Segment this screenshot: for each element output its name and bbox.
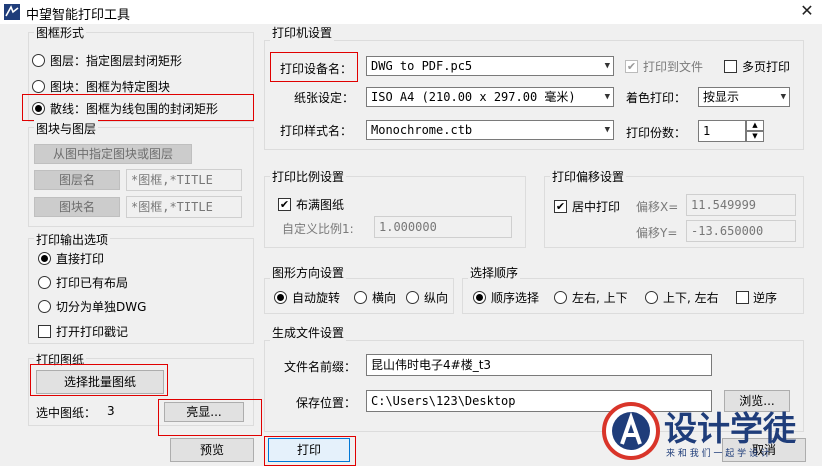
paper-select[interactable]: ISO A4 (210.00 x 297.00 毫米) ▼: [366, 87, 614, 107]
order-title: 选择顺序: [468, 264, 521, 281]
copies-down-icon[interactable]: ▼: [746, 131, 764, 142]
copies-field[interactable]: 1: [698, 120, 746, 142]
chevron-down-icon: ▼: [604, 92, 610, 102]
block-name-field[interactable]: *图框,*TITLE: [126, 196, 242, 218]
highlight-redbox: [158, 399, 262, 436]
layer-name-button[interactable]: 图层名: [34, 170, 120, 190]
split-dwg-radio[interactable]: [38, 300, 51, 313]
sequence-label[interactable]: 顺序选择: [491, 289, 539, 306]
existing-layout-radio[interactable]: [38, 276, 51, 289]
direct-print-label[interactable]: 直接打印: [56, 250, 104, 267]
color-value: 按显示: [703, 90, 740, 104]
print-to-file-checkbox[interactable]: ✔: [625, 60, 638, 73]
custom-scale-label: 自定义比例1:: [282, 222, 354, 236]
device-select[interactable]: DWG to PDF.pc5 ▼: [366, 56, 614, 76]
frame-layer-label[interactable]: 图层：指定图层封闭矩形: [50, 52, 182, 69]
app-icon: [4, 4, 20, 20]
sequence-radio[interactable]: [473, 291, 486, 304]
frame-block-label[interactable]: 图块：图框为特定图块: [50, 78, 170, 95]
direct-print-radio[interactable]: [38, 252, 51, 265]
selected-count: 3: [107, 404, 115, 418]
prefix-field[interactable]: 昆山伟时电子4#楼_t3: [366, 354, 712, 376]
chevron-down-icon: ▼: [604, 125, 610, 135]
selected-count-label: 选中图纸：: [36, 406, 97, 420]
layer-name-field[interactable]: *图框,*TITLE: [126, 169, 242, 191]
stamp-checkbox[interactable]: [38, 325, 51, 338]
offset-y-field[interactable]: -13.650000: [686, 220, 796, 242]
close-icon[interactable]: ✕: [796, 1, 818, 21]
watermark-brand: 设计学徒: [664, 409, 796, 448]
multi-page-label[interactable]: 多页打印: [742, 58, 790, 75]
left-right-radio[interactable]: [554, 291, 567, 304]
fit-paper-label[interactable]: 布满图纸: [296, 196, 344, 213]
center-print-checkbox[interactable]: ✔: [554, 200, 567, 213]
preview-button[interactable]: 预览: [170, 438, 254, 462]
color-select[interactable]: 按显示 ▼: [698, 87, 790, 107]
existing-layout-label[interactable]: 打印已有布局: [56, 274, 128, 291]
fit-paper-checkbox[interactable]: ✔: [278, 198, 291, 211]
select-batch-highlight: [30, 364, 168, 396]
device-value: DWG to PDF.pc5: [371, 59, 473, 73]
output-title: 打印输出选项: [34, 231, 111, 248]
offset-title: 打印偏移设置: [550, 168, 627, 185]
style-label: 打印样式名：: [280, 124, 353, 138]
frame-form-title: 图框形式: [34, 24, 87, 41]
portrait-radio[interactable]: [406, 291, 419, 304]
print-button-highlight: [264, 436, 356, 466]
copies-up-icon[interactable]: ▲: [746, 120, 764, 131]
copies-label: 打印份数：: [626, 126, 687, 140]
stamp-label[interactable]: 打开打印戳记: [56, 323, 128, 340]
style-select[interactable]: Monochrome.ctb ▼: [366, 120, 614, 140]
path-label: 保存位置：: [296, 396, 357, 410]
up-down-radio[interactable]: [645, 291, 658, 304]
paper-value: ISO A4 (210.00 x 297.00 毫米): [371, 90, 576, 104]
watermark-slogan: 来 和 我 们 一 起 学 设 计: [666, 449, 770, 459]
offset-x-label: 偏移X=: [636, 200, 679, 214]
offset-x-field[interactable]: 11.549999: [686, 194, 796, 216]
chevron-down-icon: ▼: [604, 61, 610, 71]
block-layer-title: 图块与图层: [34, 120, 99, 137]
frame-block-radio[interactable]: [32, 80, 45, 93]
up-down-label[interactable]: 上下, 左右: [663, 289, 719, 306]
scale-title: 打印比例设置: [270, 168, 347, 185]
split-dwg-label[interactable]: 切分为单独DWG: [56, 298, 146, 315]
window-title: 中望智能打印工具: [26, 8, 131, 23]
paper-label: 纸张设定：: [294, 91, 355, 105]
custom-scale-field[interactable]: 1.000000: [374, 216, 512, 238]
auto-rotate-radio[interactable]: [274, 291, 287, 304]
multi-page-checkbox[interactable]: [724, 60, 737, 73]
reverse-checkbox[interactable]: [736, 291, 749, 304]
chevron-down-icon: ▼: [780, 92, 786, 102]
landscape-label[interactable]: 横向: [372, 289, 396, 306]
color-label: 着色打印：: [626, 91, 687, 105]
watermark-logo-icon: [602, 402, 660, 460]
reverse-label[interactable]: 逆序: [753, 289, 777, 306]
frame-layer-radio[interactable]: [32, 54, 45, 67]
style-value: Monochrome.ctb: [371, 123, 473, 137]
frame-line-highlight: [22, 94, 254, 121]
device-label-highlight: [270, 52, 358, 82]
portrait-label[interactable]: 纵向: [424, 289, 448, 306]
left-right-label[interactable]: 左右, 上下: [572, 289, 628, 306]
center-print-label[interactable]: 居中打印: [572, 198, 620, 215]
auto-rotate-label[interactable]: 自动旋转: [292, 289, 340, 306]
printer-title: 打印机设置: [270, 24, 335, 41]
offset-y-label: 偏移Y=: [636, 226, 678, 240]
orientation-title: 图形方向设置: [270, 264, 347, 281]
landscape-radio[interactable]: [354, 291, 367, 304]
print-to-file-label[interactable]: 打印到文件: [643, 58, 703, 75]
prefix-label: 文件名前缀：: [284, 360, 357, 374]
block-name-button[interactable]: 图块名: [34, 197, 120, 217]
file-title: 生成文件设置: [270, 324, 347, 341]
pick-block-layer-button[interactable]: 从图中指定图块或图层: [34, 144, 192, 164]
